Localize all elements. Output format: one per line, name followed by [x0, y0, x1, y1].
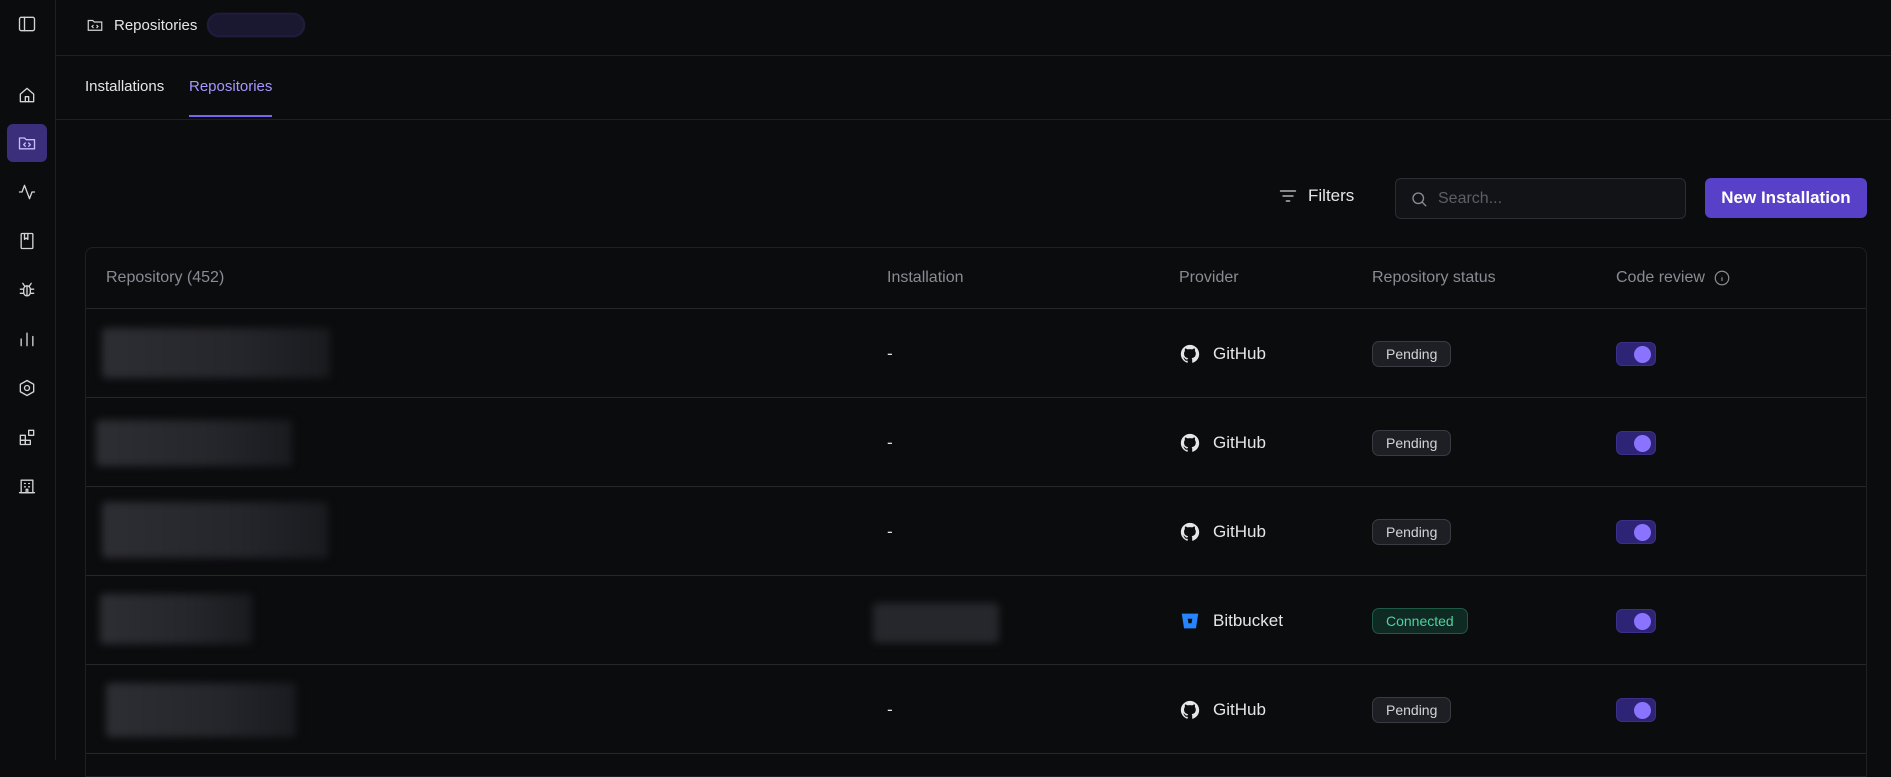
integrations-icon — [19, 429, 35, 446]
code-review-toggle[interactable] — [1616, 697, 1656, 722]
code-folder-icon — [18, 137, 36, 150]
code-review-cell — [1616, 665, 1656, 754]
github-icon — [1180, 700, 1200, 719]
provider-cell: GitHub — [1179, 398, 1266, 487]
info-icon[interactable] — [1713, 269, 1731, 287]
repository-name-redacted[interactable] — [106, 683, 296, 737]
new-installation-button[interactable]: New Installation — [1705, 178, 1867, 218]
sidebar-item-docs[interactable] — [7, 222, 47, 260]
code-review-cell — [1616, 487, 1656, 576]
bug-icon — [19, 282, 35, 297]
status-badge: Pending — [1372, 429, 1452, 456]
search-input[interactable] — [1438, 189, 1668, 208]
code-review-cell — [1616, 398, 1656, 487]
workspace-pill[interactable] — [207, 13, 306, 37]
sidebar-item-analytics[interactable] — [7, 320, 47, 358]
sidebar-item-activity[interactable] — [7, 173, 47, 211]
repositories-table: Repository (452) Installation Provider R… — [85, 247, 1867, 777]
installation-cell: - — [887, 699, 893, 719]
column-header-code-review[interactable]: Code review — [1616, 269, 1731, 287]
code-review-toggle[interactable] — [1616, 608, 1656, 633]
code-review-cell — [1616, 309, 1656, 398]
provider-cell: Bitbucket — [1179, 576, 1283, 665]
breadcrumb-label[interactable]: Repositories — [114, 17, 197, 34]
building-icon — [18, 479, 36, 494]
provider-label: GitHub — [1213, 699, 1266, 719]
filters-button[interactable]: Filters — [1278, 186, 1354, 206]
book-icon — [20, 232, 34, 250]
table-row[interactable]: - GitHub Pending — [86, 487, 1866, 576]
provider-cell: GitHub — [1179, 665, 1266, 754]
column-header-repository[interactable]: Repository (452) — [106, 269, 224, 287]
code-review-cell — [1616, 576, 1656, 665]
sidebar — [0, 0, 56, 760]
column-header-status[interactable]: Repository status — [1372, 269, 1496, 287]
code-review-header-label: Code review — [1616, 269, 1705, 286]
github-icon — [1180, 522, 1200, 541]
filters-label: Filters — [1308, 186, 1355, 205]
sidebar-item-organization[interactable] — [7, 467, 47, 505]
provider-label: GitHub — [1213, 343, 1266, 363]
home-icon — [19, 87, 35, 103]
provider-cell: GitHub — [1179, 309, 1266, 398]
bitbucket-icon — [1181, 613, 1199, 628]
sidebar-panel-icon — [18, 16, 36, 32]
provider-label: GitHub — [1213, 521, 1266, 541]
sidebar-item-settings[interactable] — [7, 369, 47, 407]
tab-repositories[interactable]: Repositories — [189, 78, 273, 117]
sidebar-toggle-button[interactable] — [7, 5, 47, 43]
search-icon — [1412, 191, 1427, 206]
status-badge: Pending — [1372, 696, 1452, 723]
installation-cell: - — [887, 343, 893, 363]
code-review-toggle[interactable] — [1616, 341, 1656, 366]
activity-icon — [18, 184, 36, 200]
sidebar-item-bugs[interactable] — [7, 271, 47, 309]
status-cell: Connected — [1372, 576, 1468, 665]
installation-cell: - — [887, 521, 893, 541]
hexagon-settings-icon — [19, 379, 35, 397]
github-icon — [1180, 344, 1200, 363]
status-cell: Pending — [1372, 665, 1452, 754]
provider-label: Bitbucket — [1213, 610, 1283, 630]
repository-name-redacted[interactable] — [96, 420, 292, 466]
status-badge: Connected — [1372, 607, 1468, 634]
sidebar-item-home[interactable] — [7, 76, 47, 114]
column-header-provider[interactable]: Provider — [1179, 269, 1239, 287]
table-header: Repository (452) Installation Provider R… — [86, 248, 1866, 309]
installation-name-redacted[interactable] — [873, 603, 999, 643]
table-row[interactable]: Bitbucket Connected — [86, 576, 1866, 665]
status-badge: Pending — [1372, 518, 1452, 545]
status-badge: Pending — [1372, 340, 1452, 367]
installation-cell: - — [887, 432, 893, 452]
status-cell: Pending — [1372, 398, 1452, 487]
status-cell: Pending — [1372, 309, 1452, 398]
breadcrumb: Repositories — [86, 13, 306, 37]
tab-installations[interactable]: Installations — [85, 78, 164, 115]
code-folder-icon — [87, 19, 103, 31]
github-icon — [1180, 433, 1200, 452]
code-review-toggle[interactable] — [1616, 519, 1656, 544]
filter-icon — [1279, 190, 1297, 202]
search-box[interactable] — [1395, 178, 1686, 219]
repository-name-redacted[interactable] — [100, 594, 252, 644]
repository-name-redacted[interactable] — [102, 502, 328, 558]
repository-name-redacted[interactable] — [102, 328, 330, 378]
code-review-toggle[interactable] — [1616, 430, 1656, 455]
top-bar: Repositories — [56, 0, 1891, 56]
table-row[interactable]: - GitHub Pending — [86, 398, 1866, 487]
table-row[interactable]: - GitHub Pending — [86, 665, 1866, 754]
provider-cell: GitHub — [1179, 487, 1266, 576]
sidebar-item-integrations[interactable] — [7, 418, 47, 456]
bar-chart-icon — [20, 332, 34, 347]
table-row[interactable]: - GitHub Pending — [86, 309, 1866, 398]
sidebar-item-repositories[interactable] — [7, 124, 47, 162]
provider-label: GitHub — [1213, 432, 1266, 452]
tab-bar: Installations Repositories — [56, 56, 1891, 120]
status-cell: Pending — [1372, 487, 1452, 576]
column-header-installation[interactable]: Installation — [887, 269, 964, 287]
